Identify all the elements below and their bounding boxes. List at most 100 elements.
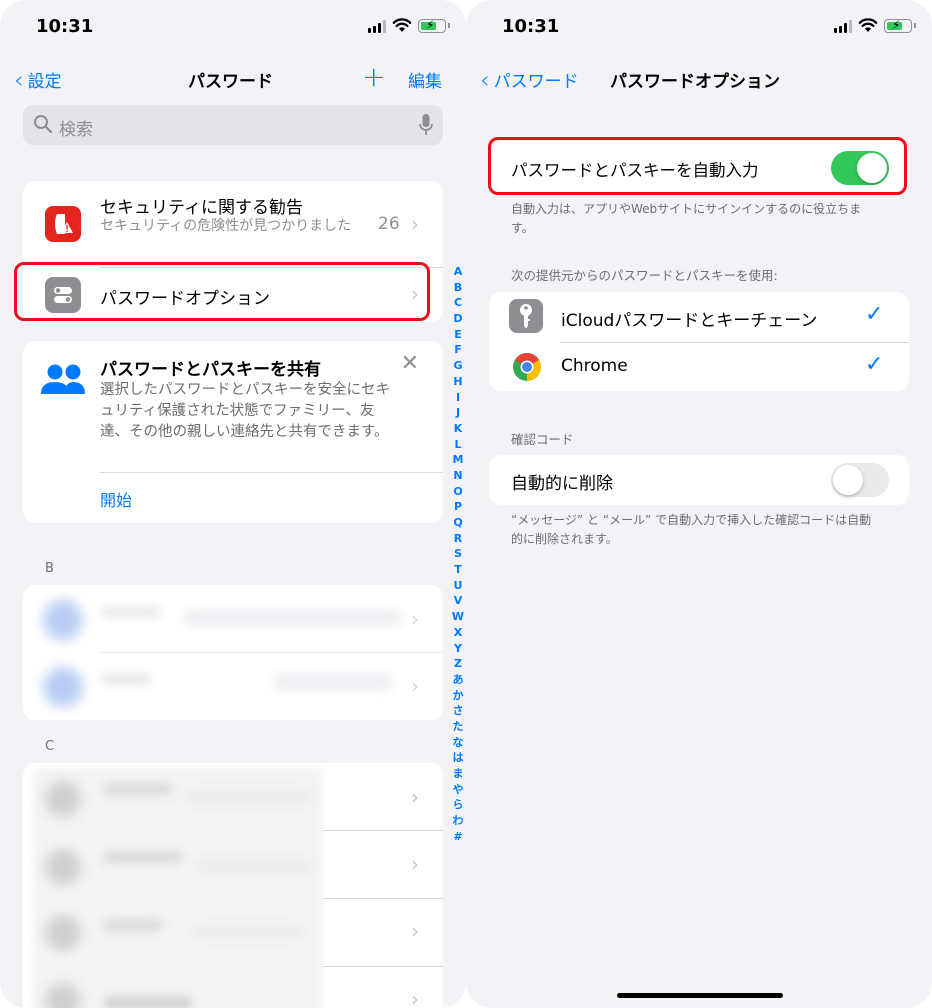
index-letter[interactable]: な <box>453 735 464 751</box>
index-letter[interactable]: O <box>453 484 462 500</box>
index-letter[interactable]: R <box>454 531 462 547</box>
index-letter[interactable]: W <box>452 609 464 625</box>
index-letter[interactable]: P <box>454 499 462 515</box>
index-letter[interactable]: F <box>454 342 462 358</box>
security-subtitle: セキュリティの危険性が見つかりました <box>100 218 352 234</box>
page-title: パスワード <box>188 72 273 92</box>
index-letter[interactable]: A <box>454 264 463 280</box>
index-letter[interactable]: S <box>454 546 462 562</box>
security-options-group: セキュリティに関する勧告 セキュリティの危険性が見つかりました 26 › パスワ… <box>23 181 443 322</box>
status-time: 10:31 <box>502 16 560 37</box>
index-letter[interactable]: Y <box>454 641 462 657</box>
search-input[interactable]: 検索 <box>59 115 93 140</box>
search-bar[interactable]: 検索 <box>23 105 443 145</box>
index-letter[interactable]: か <box>453 688 464 704</box>
password-options-row[interactable]: パスワードオプション › <box>23 268 443 322</box>
provider-label: iCloudパスワードとキーチェーン <box>561 311 818 331</box>
back-button[interactable]: ‹ 設定 <box>14 67 62 93</box>
people-icon <box>41 364 85 394</box>
security-recommendations-row[interactable]: セキュリティに関する勧告 セキュリティの危険性が見つかりました 26 › <box>23 181 443 267</box>
list-item[interactable]: › <box>23 899 443 966</box>
battery-icon: ⚡ <box>418 18 450 33</box>
index-letter[interactable]: H <box>453 374 462 390</box>
security-count: 26 <box>378 214 400 234</box>
start-button[interactable]: 開始 <box>100 487 132 511</box>
index-letter[interactable]: ら <box>453 797 464 813</box>
codes-group: 自動的に削除 <box>489 455 909 505</box>
index-letter[interactable]: た <box>453 719 464 735</box>
password-options-screen: 10:31 ⚡ ‹ パスワード パスワードオプション パスワードとパスキーを自動… <box>466 0 932 1008</box>
index-letter[interactable]: K <box>454 421 463 437</box>
status-bar: 10:31 ⚡ <box>0 0 466 54</box>
index-letter[interactable]: Z <box>454 656 462 672</box>
index-letter[interactable]: I <box>456 390 460 406</box>
row-divider <box>100 472 443 473</box>
index-letter[interactable]: Q <box>453 515 462 531</box>
home-indicator <box>617 993 783 998</box>
autofill-group: パスワードとパスキーを自動入力 <box>489 141 909 195</box>
index-letter[interactable]: T <box>454 562 462 578</box>
section-header-b: B <box>45 561 54 576</box>
microphone-icon[interactable] <box>419 113 433 137</box>
checkmark-icon: ✓ <box>865 352 884 377</box>
index-letter[interactable]: N <box>453 468 462 484</box>
chevron-right-icon: › <box>411 919 419 943</box>
index-letter[interactable]: あ <box>453 672 464 688</box>
index-letter[interactable]: X <box>454 625 462 641</box>
back-label: 設定 <box>27 72 62 92</box>
wifi-icon <box>858 18 878 32</box>
autofill-toggle[interactable] <box>831 151 889 185</box>
providers-group: iCloudパスワードとキーチェーン ✓ Chrome ✓ <box>489 292 909 391</box>
list-item[interactable]: › <box>23 763 443 830</box>
index-letter[interactable]: L <box>454 437 461 453</box>
share-title: パスワードとパスキーを共有 <box>100 360 321 380</box>
codes-header: 確認コード <box>511 432 574 447</box>
index-letter[interactable]: J <box>456 405 460 421</box>
back-button[interactable]: ‹ パスワード <box>480 67 579 93</box>
index-letter[interactable]: E <box>454 327 462 343</box>
section-index[interactable]: A B C D E F G H I J K L M N O P Q R S T U V W X Y Z あかさたなはまやらわ # <box>448 264 466 844</box>
provider-row-chrome[interactable]: Chrome ✓ <box>489 343 909 391</box>
add-button[interactable]: + <box>362 60 385 93</box>
checkmark-icon: ✓ <box>865 302 884 327</box>
provider-row-icloud[interactable]: iCloudパスワードとキーチェーン ✓ <box>489 292 909 342</box>
index-letter[interactable]: G <box>453 358 462 374</box>
password-list-b: › › <box>23 585 443 720</box>
battery-icon: ⚡ <box>884 18 916 33</box>
delete-footer: “メッセージ” と “メール” で自動入力で挿入した確認コードは自動的に削除され… <box>511 513 872 546</box>
index-letter[interactable]: わ <box>453 813 464 829</box>
nav-bar: ‹ パスワード パスワードオプション <box>466 60 932 100</box>
index-letter[interactable]: や <box>453 782 464 798</box>
nav-bar: ‹ 設定 パスワード + 編集 <box>0 60 466 100</box>
index-letter[interactable]: # <box>453 829 462 845</box>
password-list-c: › › › › <box>23 763 443 1008</box>
cellular-signal-icon <box>834 20 852 33</box>
index-letter[interactable]: ま <box>453 766 464 782</box>
index-letter[interactable]: さ <box>453 703 464 719</box>
index-letter[interactable]: M <box>453 452 464 468</box>
cellular-signal-icon <box>368 20 386 33</box>
auto-delete-toggle[interactable] <box>831 463 889 497</box>
section-header-c: C <box>45 739 55 754</box>
chevron-right-icon: › <box>411 785 419 809</box>
index-letter[interactable]: は <box>453 750 464 766</box>
provider-label: Chrome <box>561 356 628 376</box>
index-letter[interactable]: V <box>454 593 463 609</box>
search-icon <box>34 115 53 134</box>
back-label: パスワード <box>493 72 579 92</box>
chevron-right-icon: › <box>411 282 419 306</box>
index-letter[interactable]: U <box>454 578 463 594</box>
list-item[interactable]: › <box>23 831 443 898</box>
page-title: パスワードオプション <box>610 72 780 92</box>
list-item[interactable]: › <box>23 967 443 1008</box>
wifi-icon <box>392 18 412 32</box>
edit-button[interactable]: 編集 <box>408 67 442 92</box>
close-icon[interactable]: ✕ <box>401 353 419 375</box>
index-letter[interactable]: D <box>453 311 462 327</box>
list-item[interactable]: › <box>23 585 443 652</box>
list-item[interactable]: › <box>23 653 443 720</box>
index-letter[interactable]: B <box>454 280 462 296</box>
chevron-right-icon: › <box>411 852 419 876</box>
index-letter[interactable]: C <box>454 295 462 311</box>
chevron-right-icon: › <box>411 987 419 1008</box>
